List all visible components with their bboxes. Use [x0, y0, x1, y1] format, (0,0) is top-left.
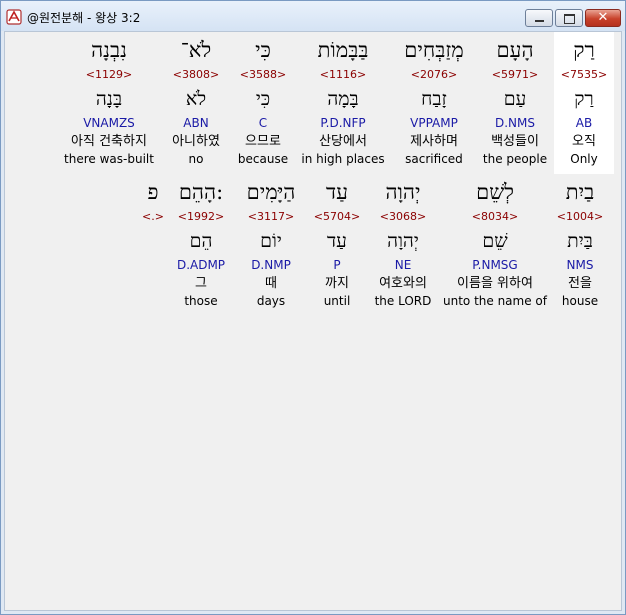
morphology-code: C	[258, 116, 268, 130]
window-title: @원전분해 - 왕상 3:2	[27, 11, 141, 25]
english-gloss: there was-built	[64, 152, 154, 166]
lemma-word: כִּי	[255, 88, 271, 110]
strong-number[interactable]: <1992>	[170, 210, 232, 224]
hebrew-word[interactable]: רַק	[554, 38, 614, 62]
korean-gloss: 오직	[572, 134, 596, 149]
strong-number[interactable]: <1129>	[58, 68, 160, 82]
hebrew-word[interactable]: בַיִת	[552, 180, 608, 204]
lemma-word: שֵׁם	[482, 230, 508, 252]
lemma-word: יוֹם	[260, 230, 282, 252]
hebrew-word[interactable]: פ	[138, 180, 168, 204]
english-gloss: house	[561, 294, 599, 308]
hebrew-word[interactable]: נִבְנָה	[58, 38, 160, 62]
hebrew-word[interactable]: הָהֵם:	[170, 180, 232, 204]
morphology-code: P.NMSG	[472, 258, 518, 272]
korean-gloss: 으므로	[245, 134, 281, 149]
strong-number[interactable]: <5971>	[479, 68, 551, 82]
app-window: @원전분해 - 왕상 3:2 ✕ רַק <7535> רַק AB 오직 On…	[0, 0, 626, 615]
analysis-panel: רַק <7535> רַק AB 오직 Only הָעָם <5971> ע…	[4, 31, 622, 611]
morphology-code: NE	[394, 258, 412, 272]
morphology-code: P	[333, 258, 341, 272]
morphology-code: VNAMZS	[83, 116, 135, 130]
strong-number[interactable]: <1116>	[297, 68, 389, 82]
morphology-code: ABN	[183, 116, 209, 130]
lemma-word: רַק	[574, 88, 594, 110]
maximize-button[interactable]	[555, 9, 583, 27]
korean-gloss: 백성들이	[491, 134, 539, 149]
english-gloss: Only	[570, 152, 598, 166]
korean-gloss: 아니하였	[172, 134, 220, 149]
english-gloss: until	[323, 294, 351, 308]
morphology-code: VPPAMP	[410, 116, 458, 130]
korean-gloss: 이름을 위하여	[457, 276, 533, 291]
strong-number[interactable]: <7535>	[554, 68, 614, 82]
hebrew-word[interactable]: לֹא־	[163, 38, 229, 62]
lemma-word: בָּנָה	[95, 88, 123, 110]
korean-gloss: 전을	[568, 276, 592, 291]
korean-gloss: 그	[195, 276, 207, 291]
morphology-code: D.NMS	[494, 116, 535, 130]
hebrew-word[interactable]: בַּבָּמוֹת	[297, 38, 389, 62]
strong-number[interactable]: <1004>	[552, 210, 608, 224]
lemma-word: בָּמָה	[327, 88, 359, 110]
strong-number[interactable]: <3117>	[237, 210, 305, 224]
morphology-code: P.D.NFP	[320, 116, 366, 130]
morphology-code: D.NMP	[251, 258, 291, 272]
korean-gloss: 때	[265, 276, 277, 291]
close-icon: ✕	[597, 10, 609, 25]
hebrew-word[interactable]: לְשֵׁם	[442, 180, 548, 204]
lemma-word: בַּיִת	[567, 230, 593, 252]
strong-number[interactable]: <2076>	[392, 68, 476, 82]
minimize-button[interactable]	[525, 9, 553, 27]
korean-gloss: 제사하며	[410, 134, 458, 149]
lemma-word: זָבַח	[421, 88, 447, 110]
english-gloss: the LORD	[374, 294, 432, 308]
korean-gloss: 산당에서	[319, 134, 367, 149]
hebrew-word[interactable]: מְזַבְּחִים	[392, 38, 476, 62]
english-gloss: the people	[482, 152, 548, 166]
hebrew-word[interactable]: הָעָם	[479, 38, 551, 62]
strong-number[interactable]: <.>	[138, 210, 168, 224]
strong-number[interactable]: <3588>	[232, 68, 294, 82]
title-bar[interactable]: @원전분해 - 왕상 3:2 ✕	[1, 1, 625, 31]
hebrew-word[interactable]: הַיָּמִים	[237, 180, 305, 204]
close-button[interactable]: ✕	[585, 9, 621, 27]
english-gloss: those	[184, 294, 218, 308]
lemma-word: הֵם	[189, 230, 213, 252]
lemma-word: עַם	[503, 88, 527, 110]
english-gloss: days	[256, 294, 286, 308]
app-logo-icon	[6, 9, 22, 25]
hebrew-word[interactable]: עַד	[309, 180, 365, 204]
strong-number[interactable]: <3068>	[370, 210, 436, 224]
lemma-word: יְהוָה	[387, 230, 419, 252]
hebrew-word[interactable]: יְהוָה	[370, 180, 436, 204]
korean-gloss: 아직 건축하지	[71, 134, 147, 149]
maximize-icon	[564, 14, 575, 24]
morphology-code: D.ADMP	[176, 258, 226, 272]
morphology-code: NMS	[566, 258, 594, 272]
english-gloss: because	[237, 152, 289, 166]
lemma-word: עַד	[327, 230, 347, 252]
strong-number[interactable]: <8034>	[442, 210, 548, 224]
english-gloss: in high places	[301, 152, 385, 166]
morphology-code: AB	[575, 116, 593, 130]
korean-gloss: 여호와의	[379, 276, 427, 291]
english-gloss: unto the name of	[443, 294, 547, 308]
hebrew-word[interactable]: כִּי	[232, 38, 294, 62]
english-gloss: no	[188, 152, 204, 166]
strong-number[interactable]: <3808>	[163, 68, 229, 82]
strong-number[interactable]: <5704>	[309, 210, 365, 224]
korean-gloss: 까지	[325, 276, 349, 291]
english-gloss: sacrificed	[405, 152, 463, 166]
minimize-icon	[535, 20, 544, 22]
lemma-word: לֹא	[185, 88, 207, 110]
